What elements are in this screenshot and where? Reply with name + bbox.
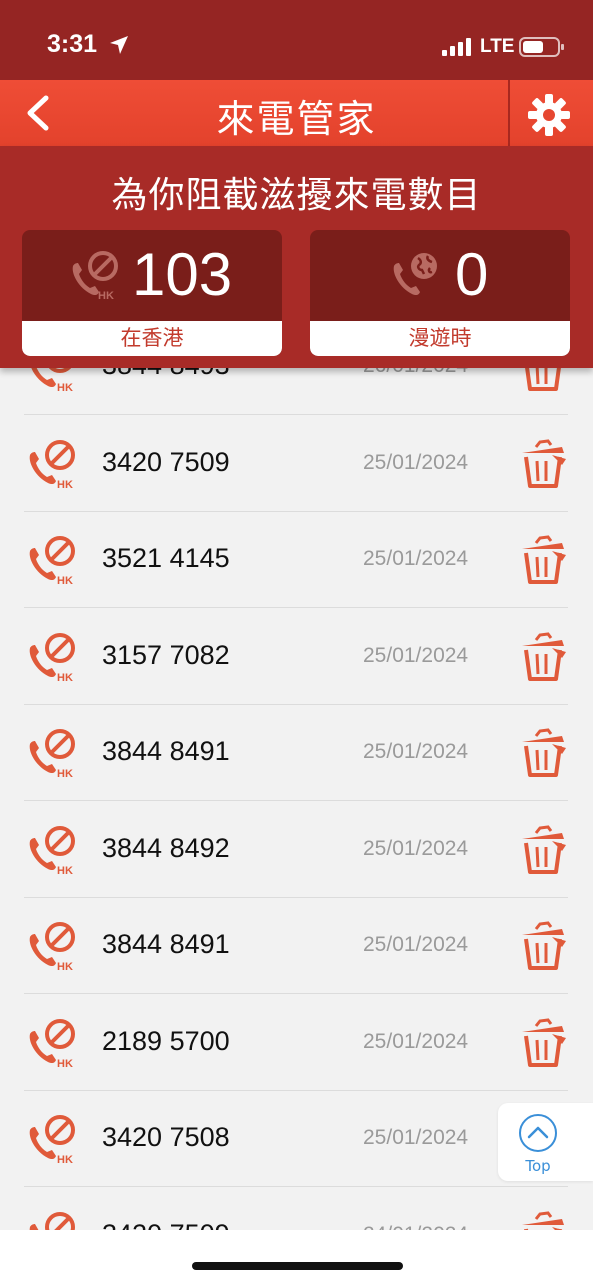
blocked-call-hk-icon: HK bbox=[29, 632, 75, 684]
local-blocked-card[interactable]: HK 103 在香港 bbox=[22, 230, 282, 356]
roaming-label: 漫遊時 bbox=[310, 321, 570, 356]
call-date: 25/01/2024 bbox=[363, 836, 469, 860]
call-date: 24/01/2024 bbox=[363, 1223, 468, 1231]
blocked-call-hk-icon: HK bbox=[29, 1018, 75, 1070]
call-row[interactable]: HK 2189 5700 25/01/2024 bbox=[24, 994, 568, 1091]
signal-bars-icon bbox=[442, 38, 471, 56]
hk-badge: HK bbox=[57, 575, 73, 587]
battery-icon bbox=[519, 37, 564, 57]
roaming-blocked-card[interactable]: 0 漫遊時 bbox=[310, 230, 570, 356]
phone-number: 3157 7082 bbox=[102, 639, 230, 670]
delete-trash-icon[interactable] bbox=[518, 535, 568, 585]
call-date: 25/01/2024 bbox=[363, 1126, 469, 1149]
call-row[interactable]: HK 3420 7508 25/01/2024 bbox=[24, 1090, 568, 1187]
delete-trash-icon[interactable] bbox=[518, 1210, 568, 1231]
phone-number: 3420 7509 bbox=[102, 446, 230, 477]
call-row[interactable]: HK 3521 4145 25/01/2024 bbox=[24, 511, 568, 608]
phone-number: 3844 8491 bbox=[102, 736, 230, 766]
hk-badge: HK bbox=[57, 1058, 73, 1070]
location-arrow-icon bbox=[110, 36, 128, 54]
phone-number: 3521 4145 bbox=[102, 543, 230, 573]
blocked-call-hk-icon: HK bbox=[29, 536, 75, 587]
blocked-call-hk-icon: HK bbox=[29, 729, 75, 780]
delete-trash-icon[interactable] bbox=[518, 631, 568, 682]
hk-badge: HK bbox=[57, 865, 73, 877]
blocked-call-hk-icon: HK bbox=[29, 1211, 75, 1230]
blocked-summary-panel: 為你阻截滋擾來電數目 HK 103 在香港 0 漫遊時 bbox=[0, 146, 593, 368]
hk-badge: HK bbox=[57, 1154, 73, 1166]
local-label: 在香港 bbox=[22, 321, 282, 356]
gear-icon[interactable] bbox=[526, 92, 572, 138]
phone-number: 3420 7508 bbox=[102, 1122, 230, 1152]
call-row[interactable]: HK 3844 8491 25/01/2024 bbox=[24, 704, 568, 801]
nav-bar: 來電管家 bbox=[0, 80, 593, 146]
call-date: 25/01/2024 bbox=[363, 933, 469, 956]
call-date: 25/01/2024 bbox=[363, 740, 469, 763]
top-label: Top bbox=[525, 1157, 551, 1175]
status-time: 3:31 bbox=[47, 30, 98, 58]
scroll-top-button[interactable]: Top bbox=[498, 1103, 593, 1181]
blocked-calls-list[interactable]: HK3844 849326/01/2024HK3420 750925/01/20… bbox=[0, 318, 593, 1230]
phone-number: 3844 8492 bbox=[102, 832, 230, 863]
network-type: LTE bbox=[480, 36, 515, 57]
call-date: 25/01/2024 bbox=[363, 450, 469, 474]
delete-trash-icon[interactable] bbox=[518, 438, 568, 489]
phone-number: 3420 7509 bbox=[102, 1219, 230, 1231]
home-indicator-area bbox=[0, 1230, 593, 1283]
page-title: 來電管家 bbox=[216, 97, 377, 141]
call-row[interactable]: HK 3420 7509 24/01/2024 bbox=[24, 1187, 568, 1231]
roaming-blocked-count: 0 bbox=[455, 241, 489, 308]
call-row[interactable]: HK 3420 7509 25/01/2024 bbox=[24, 415, 568, 512]
globe-call-icon bbox=[393, 253, 437, 296]
delete-trash-icon[interactable] bbox=[518, 1017, 568, 1068]
hk-badge: HK bbox=[57, 961, 73, 973]
local-blocked-count: 103 bbox=[132, 241, 233, 308]
blocked-call-hk-icon: HK bbox=[29, 922, 75, 973]
blocked-call-hk-icon: HK bbox=[29, 439, 75, 491]
delete-trash-icon[interactable] bbox=[518, 824, 568, 875]
call-row[interactable]: HK 3157 7082 25/01/2024 bbox=[24, 608, 568, 705]
status-bar: 3:31 LTE bbox=[0, 0, 593, 80]
delete-trash-icon[interactable] bbox=[518, 728, 568, 778]
hk-badge: HK bbox=[57, 479, 73, 491]
hk-badge: HK bbox=[57, 768, 73, 780]
call-row[interactable]: HK 3844 8492 25/01/2024 bbox=[24, 801, 568, 898]
summary-title: 為你阻截滋擾來電數目 bbox=[111, 175, 482, 216]
svg-text:HK: HK bbox=[98, 290, 114, 302]
blocked-call-hk-icon: HK bbox=[29, 1115, 75, 1166]
blocked-call-hk-icon: HK bbox=[29, 825, 75, 877]
call-date: 25/01/2024 bbox=[363, 1029, 469, 1053]
hk-badge: HK bbox=[57, 672, 73, 684]
hk-badge: HK bbox=[57, 382, 73, 394]
nav-divider bbox=[508, 80, 510, 146]
blocked-call-hk-icon: HK bbox=[72, 251, 118, 302]
chevron-up-circle-icon bbox=[519, 1114, 557, 1152]
call-row[interactable]: HK 3844 8491 25/01/2024 bbox=[24, 897, 568, 994]
home-indicator[interactable] bbox=[192, 1262, 403, 1270]
phone-number: 2189 5700 bbox=[102, 1025, 230, 1056]
call-date: 25/01/2024 bbox=[363, 643, 469, 667]
phone-number: 3844 8491 bbox=[102, 929, 230, 959]
delete-trash-icon[interactable] bbox=[518, 921, 568, 971]
call-date: 25/01/2024 bbox=[363, 547, 469, 570]
